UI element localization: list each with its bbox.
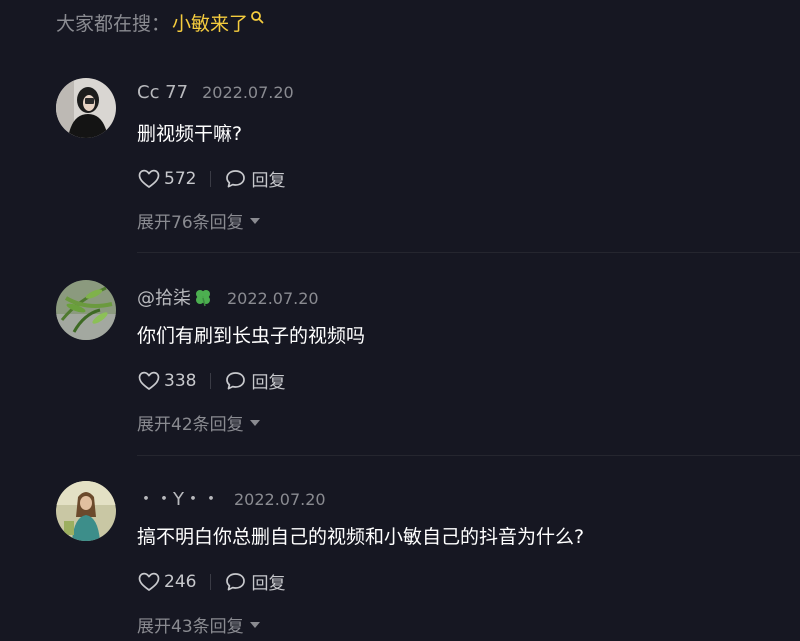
reply-label: 回复 — [251, 574, 286, 594]
comment-username-text: @拾柒 — [137, 288, 191, 309]
like-count: 338 — [164, 370, 197, 391]
comment-divider — [137, 252, 800, 253]
heart-icon — [138, 169, 160, 188]
action-divider — [210, 573, 212, 590]
comment-text: 搞不明白你总删自己的视频和小敏自己的抖音为什么? — [137, 526, 585, 548]
comment-divider — [137, 455, 800, 456]
comments-page: 大家都在搜： 小敏来了 Cc 77 2022.07.20 删视频干嘛? 572 … — [0, 0, 800, 641]
clover-icon — [196, 290, 210, 307]
caret-down-icon — [249, 217, 260, 224]
reply-button[interactable]: 回复 — [225, 569, 285, 594]
avatar[interactable] — [56, 481, 116, 541]
action-divider — [210, 372, 212, 389]
expand-replies-label: 展开42条回复 — [137, 415, 244, 435]
chat-bubble-icon — [226, 371, 246, 389]
expand-replies-button[interactable]: 展开43条回复 — [137, 612, 260, 637]
search-suggestion[interactable]: 大家都在搜： 小敏来了 — [56, 8, 264, 36]
like-button[interactable]: 246 — [138, 572, 196, 592]
comment-username[interactable]: ・・Y・・ — [137, 485, 220, 511]
comment-username[interactable]: Cc 77 — [137, 82, 188, 103]
caret-down-icon — [249, 419, 260, 426]
reply-label: 回复 — [251, 171, 286, 191]
action-divider — [210, 170, 212, 187]
like-count: 572 — [164, 168, 197, 189]
comment-text: 你们有刷到长虫子的视频吗 — [137, 325, 366, 347]
chat-bubble-icon — [226, 572, 246, 590]
comment-date: 2022.07.20 — [234, 490, 326, 509]
caret-down-icon — [249, 621, 260, 628]
expand-replies-button[interactable]: 展开76条回复 — [137, 208, 260, 233]
search-icon — [251, 11, 264, 24]
heart-icon — [138, 371, 160, 390]
reply-button[interactable]: 回复 — [225, 166, 285, 191]
reply-label: 回复 — [251, 373, 286, 393]
avatar[interactable] — [56, 280, 116, 340]
like-button[interactable]: 572 — [138, 169, 196, 189]
avatar[interactable] — [56, 78, 116, 138]
expand-replies-button[interactable]: 展开42条回复 — [137, 410, 260, 435]
reply-button[interactable]: 回复 — [225, 368, 285, 393]
expand-replies-label: 展开76条回复 — [137, 213, 244, 233]
comment-username[interactable]: @拾柒 — [137, 284, 213, 310]
like-count: 246 — [164, 571, 197, 592]
search-suggestion-term[interactable]: 小敏来了 — [172, 9, 248, 36]
like-button[interactable]: 338 — [138, 371, 196, 391]
comment-date: 2022.07.20 — [227, 289, 319, 308]
comment-date: 2022.07.20 — [202, 83, 294, 102]
chat-bubble-icon — [226, 169, 246, 187]
comment-text: 删视频干嘛? — [137, 123, 243, 145]
heart-icon — [138, 572, 160, 591]
search-suggestion-label: 大家都在搜： — [56, 12, 171, 35]
expand-replies-label: 展开43条回复 — [137, 617, 244, 637]
